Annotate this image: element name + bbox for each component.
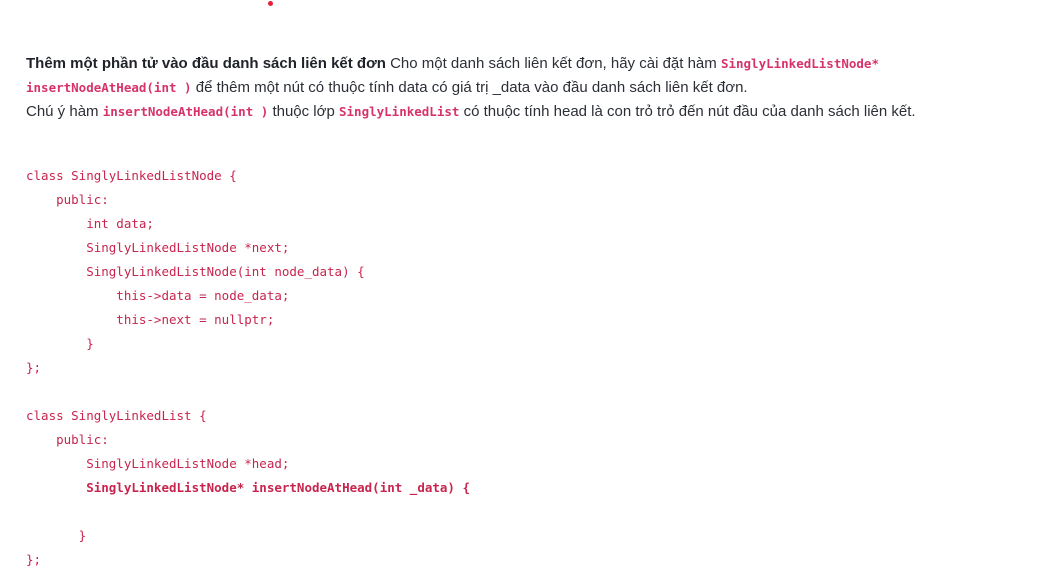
red-dot-marker [268,1,273,6]
code-line: int data; [26,216,154,231]
code-line: SinglyLinkedListNode *next; [26,240,290,255]
inline-code-return-type: SinglyLinkedListNode* [720,56,879,71]
note-middle: thuộc lớp [268,103,339,120]
problem-intro: Cho một danh sách liên kết đơn, hãy cài … [385,55,721,72]
inline-code-function: insertNodeAtHead(int ) [26,80,192,95]
code-line: } [26,528,87,543]
code-line: }; [26,360,42,375]
code-line: SinglyLinkedListNode *head; [26,456,290,471]
code-line: class SinglyLinkedListNode { [26,168,237,183]
code-line: }; [26,552,42,567]
code-line: SinglyLinkedListNode(int node_data) { [26,264,365,279]
code-line: this->data = node_data; [26,288,290,303]
inline-code-method: insertNodeAtHead(int ) [102,104,269,119]
inline-code-class: SinglyLinkedList [339,104,460,119]
note-suffix: có thuộc tính head là con trỏ trỏ đến nú… [459,103,916,120]
code-line: public: [26,192,109,207]
problem-text-after: để thêm một nút có thuộc tính data có gi… [191,79,748,96]
code-block: class SinglyLinkedListNode { public: int… [26,164,470,572]
code-line: public: [26,432,109,447]
problem-description: Thêm một phần tử vào đầu danh sách liên … [26,52,1026,124]
code-line: this->next = nullptr; [26,312,275,327]
code-line: } [26,336,94,351]
problem-title: Thêm một phần tử vào đầu danh sách liên … [26,55,386,72]
code-line-highlighted: SinglyLinkedListNode* insertNodeAtHead(i… [26,480,471,495]
note-prefix: Chú ý hàm [26,103,103,120]
code-line: class SinglyLinkedList { [26,408,207,423]
